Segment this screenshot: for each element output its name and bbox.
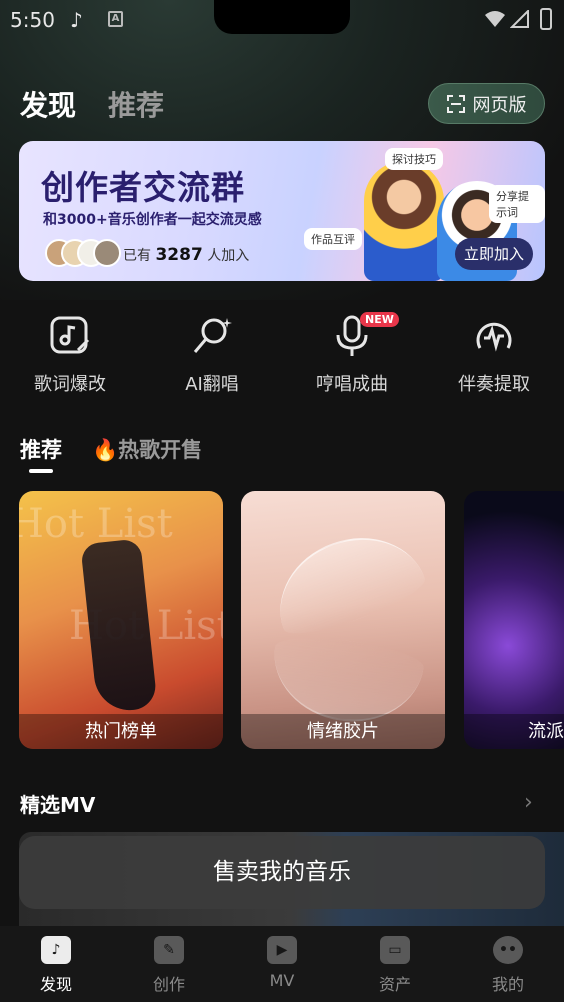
nav-create[interactable]: ✎ 创作 bbox=[129, 936, 209, 995]
card-mood-film[interactable]: 情绪胶片 bbox=[241, 491, 445, 749]
nav-label: 我的 bbox=[491, 975, 524, 994]
chevron-right-icon[interactable]: › bbox=[524, 790, 533, 815]
avatar bbox=[93, 239, 121, 267]
quick-action-label: 歌词爆改 bbox=[34, 374, 106, 395]
nav-assets[interactable]: ▭ 资产 bbox=[355, 936, 435, 995]
scan-icon bbox=[446, 94, 465, 113]
app-notification-icon: A bbox=[108, 11, 123, 27]
card-hot-list[interactable]: Hot List Hot List 热门榜单 bbox=[19, 491, 223, 749]
fire-icon: 🔥 bbox=[92, 438, 119, 462]
assets-icon: ▭ bbox=[380, 936, 410, 964]
bubble-tips: 探讨技巧 bbox=[385, 148, 443, 170]
create-icon: ✎ bbox=[154, 936, 184, 964]
quick-action-ai-cover[interactable]: AI翻唱 bbox=[152, 314, 272, 396]
quick-action-accompaniment[interactable]: 伴奏提取 bbox=[434, 314, 554, 396]
bottom-navigation: ♪ 发现 ✎ 创作 ▶ MV ▭ 资产 •• 我的 bbox=[0, 926, 564, 1002]
quick-action-label: 哼唱成曲 bbox=[316, 374, 388, 395]
nav-profile[interactable]: •• 我的 bbox=[468, 936, 548, 995]
member-avatars bbox=[45, 239, 121, 269]
banner-subtitle: 和3000+音乐创作者一起交流灵感 bbox=[43, 212, 262, 228]
card-genre[interactable]: 流派 bbox=[464, 491, 564, 749]
nav-label: 创作 bbox=[152, 975, 185, 994]
bubble-share-prompts: 分享提示词 bbox=[489, 185, 545, 223]
card-caption: 热门榜单 bbox=[19, 714, 223, 749]
web-version-label: 网页版 bbox=[472, 94, 527, 116]
sell-my-music-button[interactable]: 售卖我的音乐 bbox=[19, 836, 545, 909]
card-caption: 流派 bbox=[464, 714, 564, 749]
signal-icon bbox=[510, 10, 529, 28]
nav-mv[interactable]: ▶ MV bbox=[242, 936, 322, 990]
status-time: 5:50 bbox=[10, 8, 55, 32]
banner-title: 创作者交流群 bbox=[41, 168, 245, 207]
nav-label: 资产 bbox=[378, 975, 411, 994]
silhouette-figure-image bbox=[80, 538, 158, 714]
status-bar: 5:50 ♪ A bbox=[0, 0, 564, 40]
mv-icon: ▶ bbox=[267, 936, 297, 964]
join-now-button[interactable]: 立即加入 bbox=[455, 238, 533, 270]
nav-label: MV bbox=[269, 971, 295, 990]
creator-group-banner[interactable]: 创作者交流群 和3000+音乐创作者一起交流灵感 已有 3287 人加入 探讨技… bbox=[19, 141, 545, 281]
profile-icon: •• bbox=[493, 936, 523, 964]
wifi-icon bbox=[485, 11, 505, 27]
battery-icon bbox=[540, 8, 552, 30]
feather-image bbox=[261, 517, 431, 645]
nav-discover[interactable]: ♪ 发现 bbox=[16, 936, 96, 995]
joined-count-text: 已有 3287 人加入 bbox=[123, 245, 250, 265]
tab-discover[interactable]: 发现 bbox=[20, 84, 76, 124]
quick-action-label: 伴奏提取 bbox=[458, 374, 530, 395]
tab-indicator bbox=[29, 469, 53, 473]
card-caption: 情绪胶片 bbox=[241, 714, 445, 749]
quick-action-humming[interactable]: NEW 哼唱成曲 bbox=[292, 312, 412, 396]
quick-action-lyrics-edit[interactable]: 歌词爆改 bbox=[10, 314, 130, 396]
camera-notch bbox=[214, 0, 350, 34]
accompaniment-icon bbox=[476, 322, 512, 352]
bubble-review: 作品互评 bbox=[304, 228, 362, 250]
lyrics-edit-icon bbox=[50, 316, 90, 354]
card-watermark: Hot List bbox=[19, 501, 173, 547]
tiktok-icon: ♪ bbox=[70, 8, 83, 32]
quick-action-label: AI翻唱 bbox=[185, 374, 239, 395]
new-badge: NEW bbox=[360, 312, 399, 327]
web-version-button[interactable]: 网页版 bbox=[428, 83, 545, 124]
featured-mv-title: 精选MV bbox=[20, 793, 96, 817]
discover-icon: ♪ bbox=[41, 936, 71, 964]
cartoon-girl-illustration bbox=[364, 161, 444, 281]
tab-hot-songs-sale[interactable]: 🔥热歌开售 bbox=[92, 434, 202, 464]
nav-label: 发现 bbox=[39, 975, 72, 994]
tab-recommend[interactable]: 推荐 bbox=[108, 84, 164, 124]
tab-recommended[interactable]: 推荐 bbox=[20, 434, 62, 464]
ai-cover-icon bbox=[193, 318, 232, 353]
